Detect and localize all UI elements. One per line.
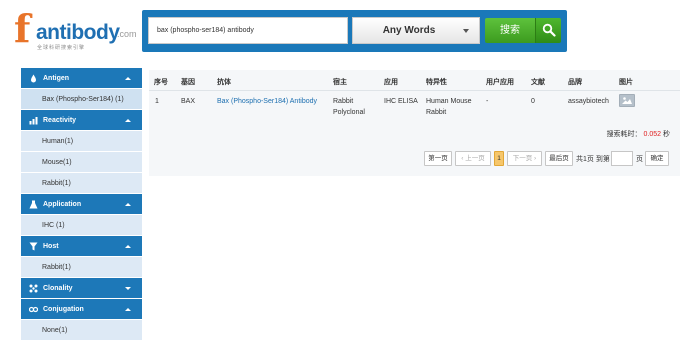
next-page-button[interactable]: 下一页 › <box>507 151 542 166</box>
filter-icon <box>29 242 38 251</box>
page-number-input[interactable] <box>611 151 633 166</box>
column-header-application: 应用 <box>384 79 398 86</box>
search-input[interactable]: bax (phospho-ser184) antibody <box>148 17 348 44</box>
filter-item[interactable]: None(1) <box>21 320 142 341</box>
column-header-citations: 文献 <box>531 79 545 86</box>
cell-application: IHC ELISA <box>384 98 418 105</box>
cell-user-application: - <box>486 98 489 105</box>
filter-header-application[interactable]: Application <box>21 194 142 215</box>
search-mode-label: Any Words <box>382 25 436 36</box>
filter-header-label: Clonality <box>43 285 73 292</box>
filter-item[interactable]: Mouse(1) <box>21 152 142 173</box>
search-mode-select[interactable]: Any Words <box>352 17 480 44</box>
chevron-up-icon <box>125 245 131 248</box>
cell-host-clonality: Polyclonal <box>333 109 365 116</box>
antibody-link[interactable]: Bax (Phospho-Ser184) Antibody <box>217 96 317 107</box>
column-header-specificity: 特异性 <box>426 79 447 86</box>
chevron-up-icon <box>125 119 131 122</box>
page-1-button[interactable]: 1 <box>494 151 504 166</box>
header-divider <box>149 90 680 91</box>
logo-f-letter: f <box>14 6 31 51</box>
filter-item[interactable]: Bax (Phospho-Ser184) (1) <box>21 89 142 110</box>
cell-index: 1 <box>155 98 159 105</box>
search-bar: bax (phospho-ser184) antibody Any Words … <box>142 10 567 52</box>
timing-value: 0.052 <box>643 131 662 138</box>
cell-gene: BAX <box>181 98 196 105</box>
timing-unit: 秒 <box>663 131 670 138</box>
page-unit-text: 页 <box>636 156 643 163</box>
results-panel: 序号 基因 抗体 宿主 应用 特异性 用户应用 文献 品牌 图片 1 BAX B… <box>149 70 680 176</box>
chevron-up-icon <box>125 77 131 80</box>
column-header-brand: 品牌 <box>568 79 582 86</box>
filter-item[interactable]: Rabbit(1) <box>21 257 142 278</box>
logo-slogan: 全球科研搜索引擎 <box>37 45 86 51</box>
filter-header-label: Host <box>43 243 59 250</box>
cell-brand: assaybiotech <box>568 98 609 105</box>
filter-header-label: Conjugation <box>43 306 84 313</box>
filter-header-host[interactable]: Host <box>21 236 142 257</box>
chevron-up-icon <box>125 308 131 311</box>
chevron-down-icon <box>125 287 131 290</box>
go-page-button[interactable]: 确定 <box>645 151 669 166</box>
chevron-right-icon: › <box>532 155 537 162</box>
chevron-down-icon <box>463 29 469 33</box>
bar-chart-icon <box>29 117 38 125</box>
image-thumbnail-icon[interactable] <box>619 94 635 107</box>
search-icon-button[interactable] <box>535 18 561 43</box>
prev-page-button[interactable]: ‹ 上一页 <box>455 151 491 166</box>
page-total-text: 共1页 到第 <box>576 156 610 163</box>
chevron-up-icon <box>125 203 131 206</box>
filter-header-conjugation[interactable]: Conjugation <box>21 299 142 320</box>
filter-header-antigen[interactable]: Antigen <box>21 68 142 89</box>
timing-label: 搜索耗时： <box>606 131 642 138</box>
column-header-image: 图片 <box>619 79 633 86</box>
cell-citations: 0 <box>531 98 535 105</box>
column-header-gene: 基因 <box>181 79 195 86</box>
drop-icon <box>31 74 36 83</box>
cell-host-type: Rabbit <box>333 98 354 105</box>
filter-header-label: Application <box>43 201 82 208</box>
search-icon <box>542 23 556 37</box>
first-page-button[interactable]: 第一页 <box>424 151 452 166</box>
filter-item[interactable]: Rabbit(1) <box>21 173 142 194</box>
column-header-antibody: 抗体 <box>217 79 231 86</box>
pagination: 第一页 ‹ 上一页 1 下一页 › 最后页 共1页 到第 页 确定 <box>149 151 680 166</box>
filter-sidebar: Antigen Bax (Phospho-Ser184) (1) Reactiv… <box>21 68 142 341</box>
filter-header-label: Antigen <box>43 75 70 82</box>
filter-header-label: Reactivity <box>43 117 77 124</box>
filter-header-clonality[interactable]: Clonality <box>21 278 142 299</box>
column-header-user-application: 用户应用 <box>486 79 514 86</box>
column-header-index: 序号 <box>154 79 168 86</box>
clonality-icon <box>29 284 38 293</box>
link-icon <box>29 306 38 313</box>
search-timing: 搜索耗时： 0.052 秒 <box>607 129 670 139</box>
site-logo[interactable]: f antibody .com 全球科研搜索引擎 <box>14 6 142 52</box>
logo-wordmark: antibody <box>36 21 120 44</box>
column-header-host: 宿主 <box>333 79 347 86</box>
filter-item[interactable]: IHC (1) <box>21 215 142 236</box>
cell-specificity-cont: Rabbit <box>426 109 447 116</box>
logo-domain: .com <box>117 29 137 39</box>
search-button[interactable]: 搜索 <box>485 18 535 43</box>
filter-item[interactable]: Human(1) <box>21 131 142 152</box>
cell-specificity: Human Mouse <box>426 98 472 105</box>
filter-header-reactivity[interactable]: Reactivity <box>21 110 142 131</box>
last-page-button[interactable]: 最后页 <box>545 151 573 166</box>
flask-icon <box>29 200 38 209</box>
